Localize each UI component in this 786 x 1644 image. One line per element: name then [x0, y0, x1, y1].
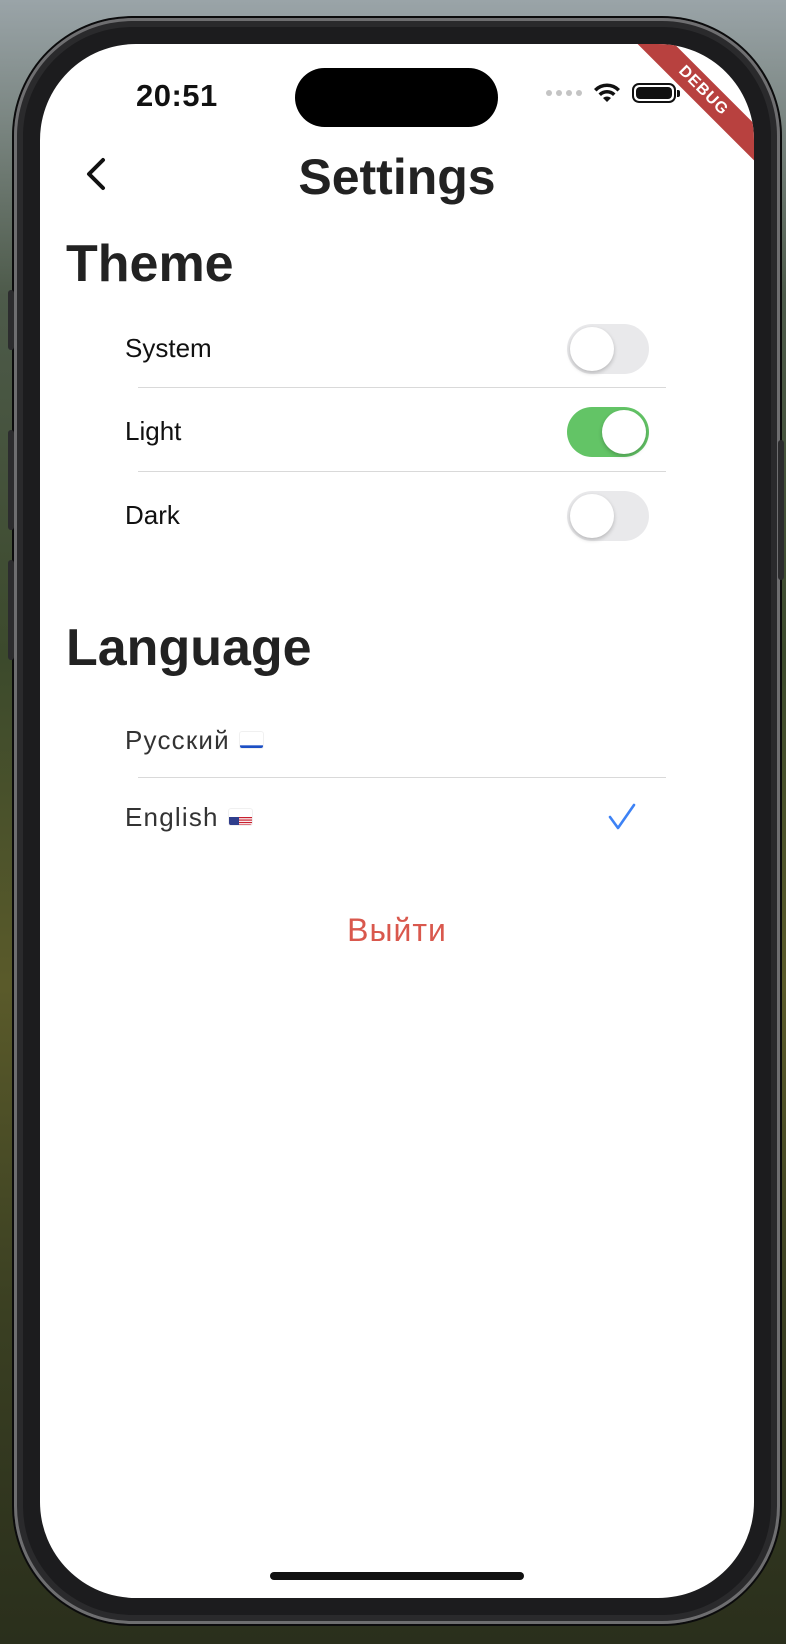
language-option-english[interactable]: English: [125, 780, 665, 854]
dynamic-island: [295, 68, 498, 127]
language-section-title: Language: [66, 619, 312, 677]
language-option-label: Русский: [125, 725, 665, 756]
dark-theme-toggle[interactable]: [567, 490, 649, 541]
checkmark-icon: [608, 803, 636, 830]
language-option-russian[interactable]: Русский: [125, 704, 665, 776]
cellular-signal-icon: [546, 90, 582, 96]
system-theme-toggle[interactable]: [567, 323, 649, 374]
divider: [138, 387, 666, 388]
language-option-label: English: [125, 802, 665, 833]
page-title: Settings: [298, 149, 496, 205]
wifi-icon: [594, 83, 620, 102]
theme-section-title: Theme: [66, 235, 234, 293]
us-flag-icon: [228, 809, 252, 825]
home-indicator: [270, 1572, 524, 1580]
light-theme-toggle[interactable]: [567, 406, 649, 457]
battery-icon: [632, 83, 680, 103]
language-name: Русский: [125, 724, 230, 755]
app-screen: 20:51 DEBUG Settings Theme System Light …: [40, 44, 754, 1598]
theme-option-light: Light: [125, 392, 665, 471]
power-button: [778, 440, 784, 580]
volume-down-button: [8, 560, 14, 660]
ru-flag-icon: [239, 732, 263, 748]
status-icons: [546, 82, 680, 104]
divider: [138, 471, 666, 472]
volume-up-button: [8, 430, 14, 530]
theme-option-system: System: [125, 309, 665, 388]
divider: [138, 777, 666, 778]
logout-button[interactable]: Выйти: [40, 912, 754, 949]
status-time: 20:51: [136, 78, 218, 113]
mute-switch: [8, 290, 14, 350]
theme-option-dark: Dark: [125, 476, 665, 555]
language-name: English: [125, 801, 219, 832]
